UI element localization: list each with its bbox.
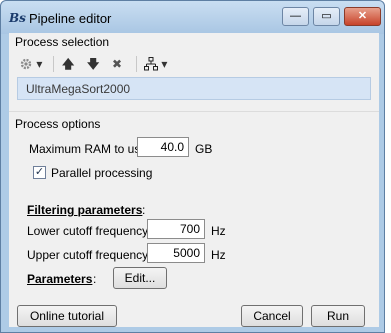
process-list-item[interactable]: UltraMegaSort2000 <box>26 82 130 96</box>
minimize-button[interactable]: — <box>282 7 309 26</box>
chevron-down-icon: ▾ <box>161 57 168 71</box>
move-down-button[interactable]: 🡇 <box>87 55 99 73</box>
dialog-body: Process selection ▾ 🡅 🡇 ✖ ▾ UltraMegaSor… <box>9 33 379 327</box>
process-list[interactable]: UltraMegaSort2000 <box>17 77 371 100</box>
toolbar-separator <box>136 56 137 72</box>
upper-cutoff-label: Upper cutoff frequency: <box>27 248 152 262</box>
edit-parameters-button[interactable]: Edit... <box>113 267 167 289</box>
process-toolbar: ▾ 🡅 🡇 ✖ ▾ <box>17 53 371 75</box>
window-title: Pipeline editor <box>29 11 112 26</box>
parallel-processing-checkbox[interactable]: ✓ <box>33 166 46 179</box>
upper-cutoff-unit: Hz <box>211 248 226 262</box>
upper-cutoff-field[interactable]: 5000 <box>147 243 205 263</box>
process-selection-label: Process selection <box>15 35 110 49</box>
app-logo-icon: Bs <box>9 11 26 25</box>
run-button[interactable]: Run <box>311 305 365 327</box>
pipeline-tree-button[interactable]: ▾ <box>144 55 167 73</box>
gear-menu-button[interactable]: ▾ <box>19 55 42 73</box>
lower-cutoff-field[interactable]: 700 <box>147 219 205 239</box>
title-bar[interactable]: Bs Pipeline editor — ▭ ✕ <box>1 1 384 34</box>
gear-icon <box>19 57 36 71</box>
tree-icon <box>144 57 161 71</box>
cancel-button[interactable]: Cancel <box>241 305 303 327</box>
process-options-label: Process options <box>15 117 101 131</box>
lower-cutoff-unit: Hz <box>211 224 226 238</box>
background-edge <box>386 0 391 333</box>
move-up-button[interactable]: 🡅 <box>62 55 74 73</box>
chevron-down-icon: ▾ <box>36 57 43 71</box>
arrow-up-icon: 🡅 <box>62 57 75 71</box>
filtering-heading-colon: : <box>142 203 146 217</box>
parameters-heading-colon: : <box>93 272 97 286</box>
filtering-parameters-heading: Filtering parameters <box>27 203 143 217</box>
toolbar-separator <box>53 56 54 72</box>
max-ram-field[interactable]: 40.0 <box>137 137 189 157</box>
online-tutorial-button[interactable]: Online tutorial <box>17 305 117 327</box>
close-button[interactable]: ✕ <box>344 7 381 26</box>
arrow-down-icon: 🡇 <box>87 57 100 71</box>
parallel-processing-label[interactable]: Parallel processing <box>51 166 152 180</box>
max-ram-unit: GB <box>195 142 213 156</box>
section-divider <box>9 111 379 112</box>
max-ram-label: Maximum RAM to use: <box>29 142 151 156</box>
maximize-button[interactable]: ▭ <box>313 7 340 26</box>
delete-icon: ✖ <box>112 57 123 71</box>
delete-process-button[interactable]: ✖ <box>112 55 122 73</box>
parameters-heading: Parameters <box>27 272 93 286</box>
pipeline-editor-window: Bs Pipeline editor — ▭ ✕ Process selecti… <box>0 0 385 333</box>
lower-cutoff-label: Lower cutoff frequency: <box>27 224 152 238</box>
